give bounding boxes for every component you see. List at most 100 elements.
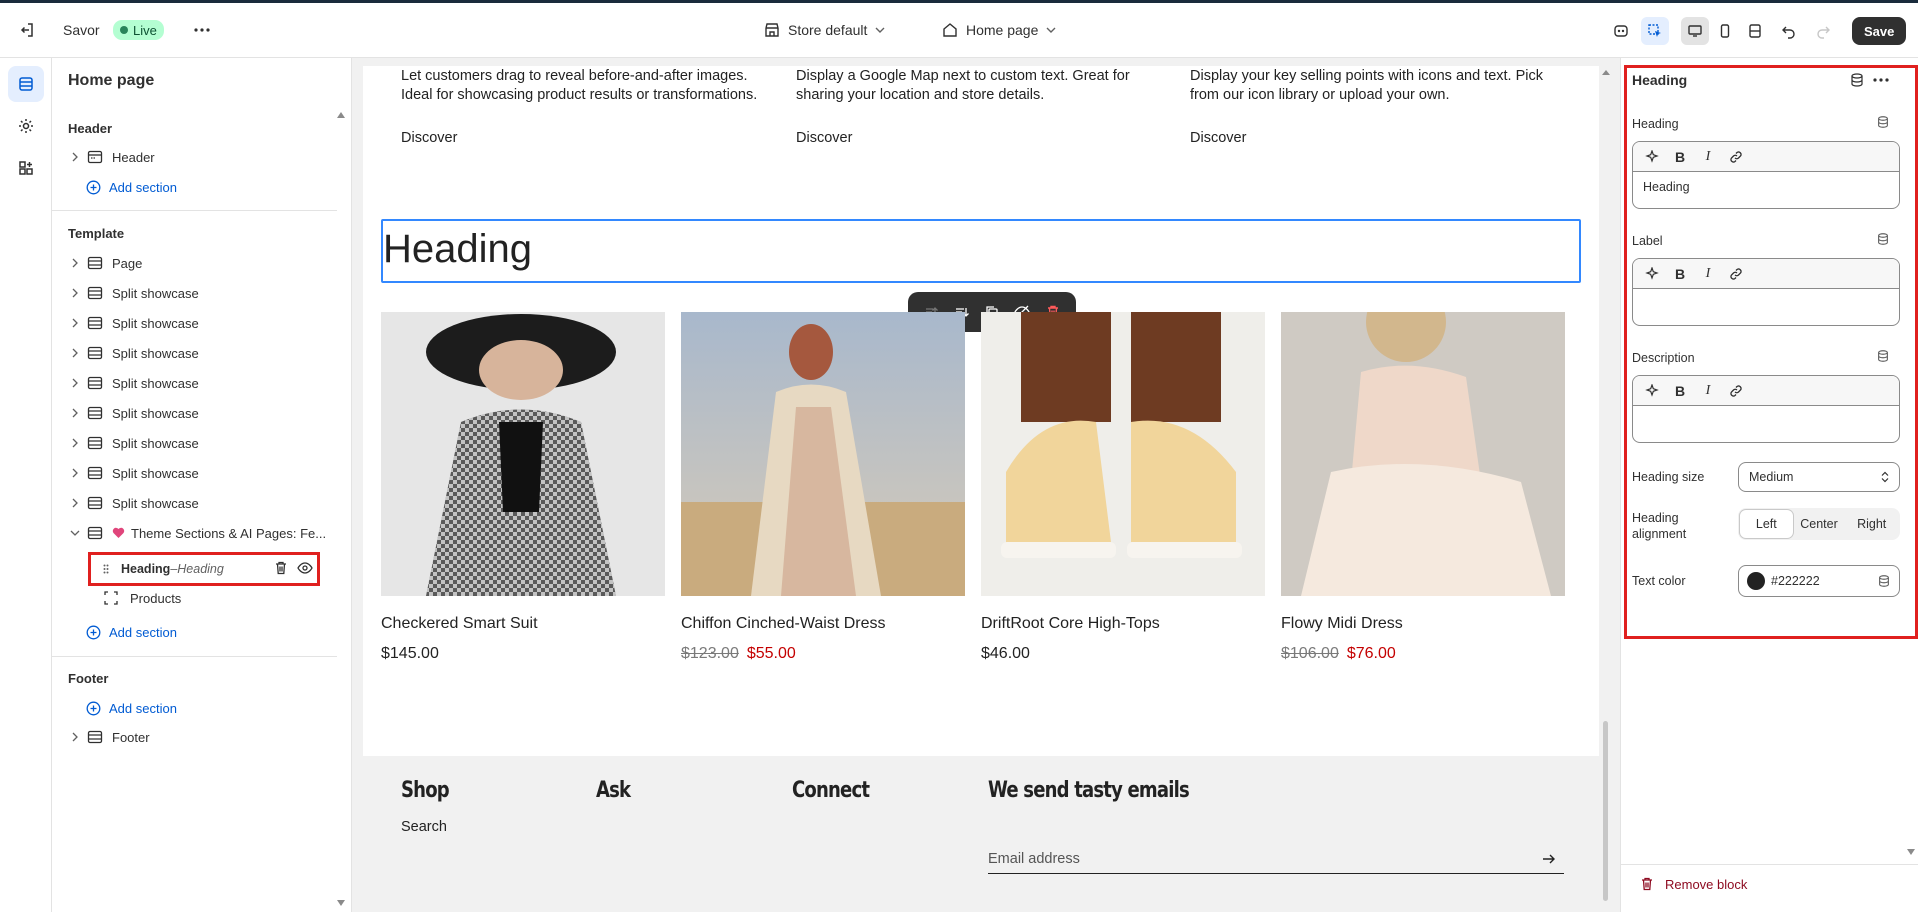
panel-scroll-down-icon[interactable] [1906,848,1916,856]
italic-icon[interactable]: I [1699,265,1717,283]
chevron-down-icon[interactable] [66,530,84,536]
chevron-right-icon[interactable] [66,152,84,162]
sidebar-item-page[interactable]: Page [66,250,328,276]
sidebar-item-header[interactable]: Header [66,144,328,170]
database-icon[interactable] [1876,115,1890,129]
color-swatch[interactable] [1747,572,1765,590]
link-icon[interactable] [1727,382,1745,400]
sidebar-item-split-showcase[interactable]: Split showcase [66,280,328,306]
save-button[interactable]: Save [1852,17,1907,45]
chevron-right-icon[interactable] [66,288,84,298]
sidebar-item-split-showcase[interactable]: Split showcase [66,430,328,456]
product-image-suit[interactable] [381,312,665,596]
inspector-icon[interactable] [1641,17,1669,45]
drag-handle-icon[interactable] [91,564,121,574]
product-name[interactable]: Chiffon Cinched-Waist Dress [681,615,886,633]
add-section-footer[interactable]: Add section [86,696,177,720]
italic-icon[interactable]: I [1699,382,1717,400]
add-section-template[interactable]: Add section [86,620,177,644]
align-center-option[interactable]: Center [1793,510,1846,538]
desktop-icon[interactable] [1681,17,1709,45]
canvas-scroll-thumb[interactable] [1603,721,1608,901]
add-section-header[interactable]: Add section [86,175,177,199]
theme-dropdown[interactable]: Store default [764,22,885,38]
link-icon[interactable] [1727,148,1745,166]
chevron-right-icon[interactable] [66,732,84,742]
align-left-option[interactable]: Left [1740,510,1793,538]
exit-icon[interactable] [13,16,41,44]
chevron-right-icon[interactable] [66,318,84,328]
viewport-group [1681,17,1769,45]
database-icon[interactable] [1877,574,1891,588]
chevron-right-icon[interactable] [66,348,84,358]
remove-block-button[interactable]: Remove block [1639,876,1747,892]
chevron-right-icon[interactable] [66,438,84,448]
product-image-midi-dress[interactable] [1281,312,1565,596]
sidebar-item-split-showcase[interactable]: Split showcase [66,460,328,486]
text-color-field[interactable]: #222222 [1738,565,1900,597]
more-options-icon[interactable] [1873,73,1889,87]
arrow-right-icon[interactable] [1542,853,1556,865]
bold-icon[interactable]: B [1671,265,1689,283]
database-icon[interactable] [1876,232,1890,246]
sidebar-item-products-block[interactable]: Products [100,585,300,611]
undo-icon[interactable] [1775,17,1803,45]
discover-link[interactable]: Discover [1190,130,1246,146]
heading-input[interactable]: Heading [1633,172,1899,202]
chevron-right-icon[interactable] [66,468,84,478]
heading-size-value: Medium [1749,470,1794,484]
mobile-icon[interactable] [1711,17,1739,45]
sidebar-item-heading-block[interactable]: Heading – Heading [88,552,320,586]
product-name[interactable]: Flowy Midi Dress [1281,615,1403,633]
preview-area: Let customers drag to reveal before-and-… [353,58,1619,912]
product-image-dress[interactable] [681,312,965,596]
sidebar-item-split-showcase[interactable]: Split showcase [66,490,328,516]
chevron-right-icon[interactable] [66,258,84,268]
sidebar-item-split-showcase[interactable]: Split showcase [66,310,328,336]
redo-icon[interactable] [1809,17,1837,45]
chevron-right-icon[interactable] [66,498,84,508]
heading-alignment-label: Heading alignment [1632,511,1687,541]
database-icon[interactable] [1876,349,1890,363]
label-input[interactable] [1633,289,1899,305]
eye-icon[interactable] [297,560,313,576]
ai-sparkle-icon[interactable] [1643,382,1661,400]
sections-icon[interactable] [8,66,44,102]
email-input[interactable]: Email address [988,844,1564,874]
bold-icon[interactable]: B [1671,148,1689,166]
product-name[interactable]: Checkered Smart Suit [381,615,538,633]
discover-link[interactable]: Discover [401,130,457,146]
settings-icon[interactable] [8,108,44,144]
database-icon[interactable] [1849,72,1865,88]
sidebar-item-split-showcase[interactable]: Split showcase [66,400,328,426]
bold-icon[interactable]: B [1671,382,1689,400]
ai-sparkle-icon[interactable] [1643,148,1661,166]
footer-group-label: Footer [68,671,109,686]
footer-link-search[interactable]: Search [401,819,447,835]
ellipsis-icon[interactable] [188,16,216,44]
link-icon[interactable] [1727,265,1745,283]
align-right-option[interactable]: Right [1845,510,1898,538]
chevron-right-icon[interactable] [66,378,84,388]
product-image-sneakers[interactable] [981,312,1265,596]
fullscreen-icon[interactable] [1741,17,1769,45]
canvas-scrollbar[interactable] [1599,66,1613,904]
description-input[interactable] [1633,406,1899,422]
sidebar-scrollbar[interactable] [335,108,347,908]
ai-sparkle-icon[interactable] [1643,265,1661,283]
chevron-right-icon[interactable] [66,408,84,418]
sidebar-item-theme-sections[interactable]: Theme Sections & AI Pages: Fe... [66,520,328,546]
selected-heading-block[interactable]: Heading [381,219,1581,283]
sidebar-item-footer[interactable]: Footer [66,724,328,750]
trash-icon[interactable] [273,560,289,576]
section-icon [84,436,106,450]
italic-icon[interactable]: I [1699,148,1717,166]
discover-link[interactable]: Discover [796,130,852,146]
product-name[interactable]: DriftRoot Core High-Tops [981,615,1160,633]
page-dropdown[interactable]: Home page [942,22,1056,38]
sidebar-item-split-showcase[interactable]: Split showcase [66,340,328,366]
heading-size-select[interactable]: Medium [1738,462,1900,492]
ai-icon[interactable] [1607,17,1635,45]
sidebar-item-split-showcase[interactable]: Split showcase [66,370,328,396]
apps-icon[interactable] [8,150,44,186]
